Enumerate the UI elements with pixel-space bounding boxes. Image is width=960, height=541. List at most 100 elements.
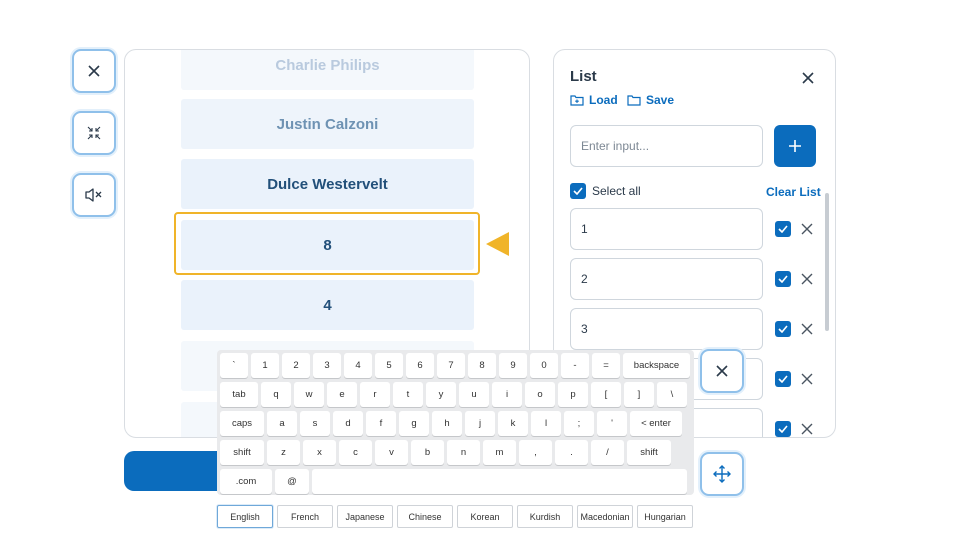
list-scrollbar[interactable] (825, 193, 829, 331)
keyboard-move-button[interactable] (700, 452, 744, 496)
key[interactable]: < enter (630, 411, 682, 436)
key[interactable]: shift (220, 440, 264, 465)
key[interactable]: = (592, 353, 620, 378)
checkbox-checked-icon[interactable] (775, 321, 791, 337)
key[interactable]: - (561, 353, 589, 378)
key[interactable]: v (375, 440, 408, 465)
key[interactable]: g (399, 411, 429, 436)
key[interactable]: r (360, 382, 390, 407)
language-korean-button[interactable]: Korean (457, 505, 513, 528)
checkbox-checked-icon[interactable] (775, 221, 791, 237)
key[interactable]: y (426, 382, 456, 407)
key[interactable]: d (333, 411, 363, 436)
key[interactable]: j (465, 411, 495, 436)
key[interactable]: 9 (499, 353, 527, 378)
language-macedonian-button[interactable]: Macedonian (577, 505, 633, 528)
save-button[interactable]: Save (627, 93, 674, 107)
space-key[interactable] (312, 469, 687, 494)
key[interactable]: backspace (623, 353, 690, 378)
add-item-button[interactable] (774, 125, 816, 167)
close-button[interactable] (72, 49, 116, 93)
load-button[interactable]: Load (570, 93, 618, 107)
mute-button[interactable] (72, 173, 116, 217)
key[interactable]: i (492, 382, 522, 407)
checkbox-checked-icon[interactable] (775, 371, 791, 387)
key[interactable]: [ (591, 382, 621, 407)
select-all-label: Select all (592, 184, 641, 198)
language-chinese-button[interactable]: Chinese (397, 505, 453, 528)
key[interactable]: z (267, 440, 300, 465)
key[interactable]: m (483, 440, 516, 465)
list-item-field[interactable]: 3 (570, 308, 763, 350)
delete-icon[interactable] (801, 223, 813, 235)
select-all-checkbox[interactable]: Select all (570, 183, 641, 199)
key[interactable]: 7 (437, 353, 465, 378)
key[interactable]: h (432, 411, 462, 436)
close-icon[interactable] (799, 69, 817, 87)
key[interactable]: u (459, 382, 489, 407)
key[interactable]: k (498, 411, 528, 436)
key[interactable]: 8 (468, 353, 496, 378)
primary-action-button[interactable] (124, 451, 224, 491)
key[interactable]: n (447, 440, 480, 465)
key[interactable]: l (531, 411, 561, 436)
key[interactable]: x (303, 440, 336, 465)
key[interactable]: .com (220, 469, 272, 494)
delete-icon[interactable] (801, 323, 813, 335)
key[interactable]: e (327, 382, 357, 407)
checkbox-checked-icon[interactable] (775, 271, 791, 287)
language-french-button[interactable]: French (277, 505, 333, 528)
language-kurdish-button[interactable]: Kurdish (517, 505, 573, 528)
key[interactable]: o (525, 382, 555, 407)
wheel-item[interactable]: Justin Calzoni (181, 99, 474, 149)
key[interactable]: ] (624, 382, 654, 407)
list-item-field[interactable]: 2 (570, 258, 763, 300)
key[interactable]: ; (564, 411, 594, 436)
key[interactable]: f (366, 411, 396, 436)
key[interactable]: @ (275, 469, 309, 494)
key[interactable]: ` (220, 353, 248, 378)
language-english-button[interactable]: English (217, 505, 273, 528)
key[interactable]: tab (220, 382, 258, 407)
key[interactable]: / (591, 440, 624, 465)
key[interactable]: p (558, 382, 588, 407)
delete-icon[interactable] (801, 273, 813, 285)
list-item-field[interactable]: 1 (570, 208, 763, 250)
language-japanese-button[interactable]: Japanese (337, 505, 393, 528)
key[interactable]: w (294, 382, 324, 407)
key[interactable]: ' (597, 411, 627, 436)
delete-icon[interactable] (801, 373, 813, 385)
key[interactable]: c (339, 440, 372, 465)
key[interactable]: . (555, 440, 588, 465)
delete-icon[interactable] (801, 423, 813, 435)
key[interactable]: b (411, 440, 444, 465)
key[interactable]: 3 (313, 353, 341, 378)
move-arrows-icon (713, 465, 731, 483)
wheel-item[interactable]: Charlie Philips (181, 50, 474, 90)
key[interactable]: 2 (282, 353, 310, 378)
key[interactable]: q (261, 382, 291, 407)
key[interactable]: 6 (406, 353, 434, 378)
checkbox-checked-icon (570, 183, 586, 199)
key[interactable]: 0 (530, 353, 558, 378)
key[interactable]: shift (627, 440, 671, 465)
selection-frame (174, 212, 480, 275)
list-input[interactable] (570, 125, 763, 167)
wheel-item[interactable]: 4 (181, 280, 474, 330)
key[interactable]: 4 (344, 353, 372, 378)
language-hungarian-button[interactable]: Hungarian (637, 505, 693, 528)
key[interactable]: , (519, 440, 552, 465)
key[interactable]: s (300, 411, 330, 436)
key[interactable]: \ (657, 382, 687, 407)
key[interactable]: a (267, 411, 297, 436)
key[interactable]: 1 (251, 353, 279, 378)
checkbox-checked-icon[interactable] (775, 421, 791, 437)
clear-list-button[interactable]: Clear List (766, 185, 821, 199)
keyboard-close-button[interactable] (700, 349, 744, 393)
key[interactable]: t (393, 382, 423, 407)
key[interactable]: caps (220, 411, 264, 436)
key[interactable]: 5 (375, 353, 403, 378)
wheel-item[interactable]: Dulce Westervelt (181, 159, 474, 209)
collapse-button[interactable] (72, 111, 116, 155)
list-item: 1 (570, 208, 816, 250)
